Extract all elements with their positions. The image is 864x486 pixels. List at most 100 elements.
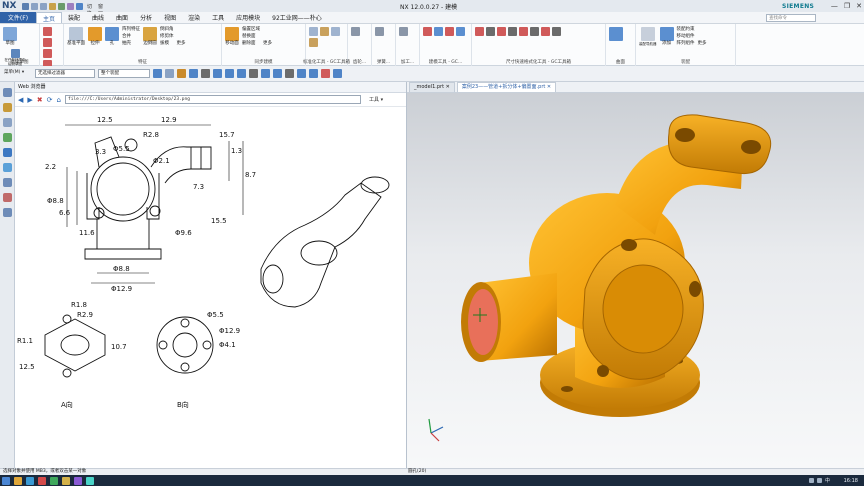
chamfer-button[interactable]: 倒斜角 <box>160 27 174 33</box>
select-icon[interactable] <box>153 69 162 78</box>
tab-surface[interactable]: 曲面 <box>110 12 134 23</box>
draft-button[interactable]: 拔模 <box>160 41 174 47</box>
rectangle-icon[interactable] <box>43 49 52 58</box>
assembly-navigator-icon[interactable] <box>3 103 12 112</box>
snap-off-icon[interactable] <box>321 69 330 78</box>
history-icon[interactable] <box>3 163 12 172</box>
modeling-tool-3-icon[interactable] <box>445 27 454 36</box>
assembly-more-button[interactable]: 更多 <box>698 41 707 47</box>
back-icon[interactable]: ◀ <box>18 96 23 104</box>
trim-body-button[interactable]: 修剪体 <box>160 34 174 40</box>
surface-icon[interactable] <box>609 27 623 41</box>
process-studio-icon[interactable] <box>3 193 12 202</box>
tab-curve[interactable]: 曲线 <box>86 12 110 23</box>
gc-tool-3-icon[interactable] <box>331 27 340 36</box>
roles-icon[interactable] <box>3 208 12 217</box>
menu-button[interactable]: 菜单(M) ▾ <box>2 69 32 78</box>
browser-tools-menu[interactable]: 工具 ▾ <box>369 96 383 103</box>
control-point-icon[interactable] <box>237 69 246 78</box>
maximize-button[interactable]: ❐ <box>844 2 850 10</box>
explorer-icon[interactable] <box>14 476 22 485</box>
constraint-navigator-icon[interactable] <box>3 118 12 127</box>
tab-part-case23[interactable]: 案例23——管道+拆分体+偏置面.prt ✕ <box>456 82 557 92</box>
web-browser-icon[interactable] <box>3 148 12 157</box>
dim-tool-4-icon[interactable] <box>508 27 517 36</box>
command-search-input[interactable]: 查找命令 <box>766 14 816 22</box>
move-component-button[interactable]: 移动组件 <box>677 34 695 40</box>
app-icon-1[interactable] <box>38 476 46 485</box>
tab-analysis[interactable]: 分析 <box>134 12 158 23</box>
app-icon-4[interactable] <box>86 476 94 485</box>
point-on-curve-icon[interactable] <box>297 69 306 78</box>
snap-point-icon[interactable] <box>189 69 198 78</box>
spring-icon[interactable] <box>375 27 384 36</box>
refresh-icon[interactable]: ⟳ <box>47 96 53 104</box>
dim-tool-8-icon[interactable] <box>552 27 561 36</box>
selection-scope-dropdown[interactable]: 整个装配 <box>98 69 150 78</box>
existing-point-icon[interactable] <box>285 69 294 78</box>
nx-taskbar-icon[interactable] <box>62 476 70 485</box>
add-component-button[interactable]: 添加 <box>659 27 674 47</box>
reuse-library-icon[interactable] <box>3 133 12 142</box>
assembly-navigator-button[interactable]: 装配导航器 <box>639 27 657 47</box>
graphics-window[interactable]: _model1.prt ✕ 案例23——管道+拆分体+偏置面.prt ✕ <box>407 82 864 468</box>
replace-face-button[interactable]: 替换面 <box>242 34 260 40</box>
offset-region-button[interactable]: 偏置区域 <box>242 27 260 33</box>
part-navigator-icon[interactable] <box>3 88 12 97</box>
stop-icon[interactable]: ✖ <box>37 96 43 104</box>
modeling-tool-1-icon[interactable] <box>423 27 432 36</box>
clock[interactable]: 16:18 <box>844 478 858 484</box>
gc-tool-4-icon[interactable] <box>309 38 318 47</box>
save-icon[interactable] <box>22 2 29 10</box>
redo-icon[interactable] <box>40 2 47 10</box>
switch-window-icon[interactable] <box>76 2 83 10</box>
shell-button[interactable]: 抽壳 <box>122 41 140 47</box>
quadrant-icon[interactable] <box>273 69 282 78</box>
close-button[interactable]: ✕ <box>856 2 862 10</box>
tab-part-model1[interactable]: _model1.prt ✕ <box>409 82 455 92</box>
app-icon-2[interactable] <box>50 476 58 485</box>
file-menu-button[interactable]: 文件(F) <box>0 12 36 23</box>
forward-icon[interactable]: ▶ <box>27 96 32 104</box>
point-on-face-icon[interactable] <box>309 69 318 78</box>
hole-button[interactable]: 孔 <box>105 27 119 47</box>
wcs-icon[interactable] <box>333 69 342 78</box>
tab-tools[interactable]: 工具 <box>206 12 230 23</box>
browser-icon[interactable] <box>26 476 34 485</box>
mid-point-icon[interactable] <box>225 69 234 78</box>
volume-icon[interactable] <box>816 478 822 483</box>
view-icon[interactable] <box>177 69 186 78</box>
sketch-in-task-button[interactable]: 在任务环境中绘制草图 <box>3 49 27 66</box>
move-face-button[interactable]: 移动面 <box>225 27 239 47</box>
system-materials-icon[interactable] <box>3 178 12 187</box>
pattern-feature-button[interactable]: 阵列特征 <box>122 27 140 33</box>
window-menu[interactable]: 窗口 ▾ <box>98 3 105 23</box>
sketch-button[interactable]: 草图 <box>3 27 17 47</box>
unite-button[interactable]: 合并 <box>122 34 140 40</box>
sync-more-button[interactable]: 更多 <box>263 41 272 47</box>
features-more-button[interactable]: 更多 <box>177 41 186 47</box>
pattern-component-button[interactable]: 阵列组件 <box>677 41 695 47</box>
gear-icon[interactable] <box>351 27 360 36</box>
delete-face-button[interactable]: 删除面 <box>242 41 260 47</box>
url-input[interactable]: file:///C:/Users/Administrator/Desktop/2… <box>64 95 361 104</box>
3d-model-view[interactable] <box>407 93 864 468</box>
machining-icon[interactable] <box>399 27 408 36</box>
dim-tool-3-icon[interactable] <box>497 27 506 36</box>
dim-tool-2-icon[interactable] <box>486 27 495 36</box>
arc-icon[interactable] <box>43 38 52 47</box>
cut-icon[interactable] <box>49 2 56 10</box>
dim-tool-1-icon[interactable] <box>475 27 484 36</box>
dim-tool-6-icon[interactable] <box>530 27 539 36</box>
tab-applications[interactable]: 应用模块 <box>230 12 266 23</box>
minimize-button[interactable]: — <box>831 2 838 10</box>
tab-custom[interactable]: 92工业网——朴心 <box>266 12 328 23</box>
gc-tool-1-icon[interactable] <box>309 27 318 36</box>
tab-assembly[interactable]: 装配 <box>62 12 86 23</box>
copy-icon[interactable] <box>58 2 65 10</box>
app-icon-3[interactable] <box>74 476 82 485</box>
datum-plane-button[interactable]: 基准平面 <box>67 27 85 47</box>
end-point-icon[interactable] <box>213 69 222 78</box>
tab-render[interactable]: 渲染 <box>182 12 206 23</box>
dim-tool-7-icon[interactable] <box>541 27 550 36</box>
